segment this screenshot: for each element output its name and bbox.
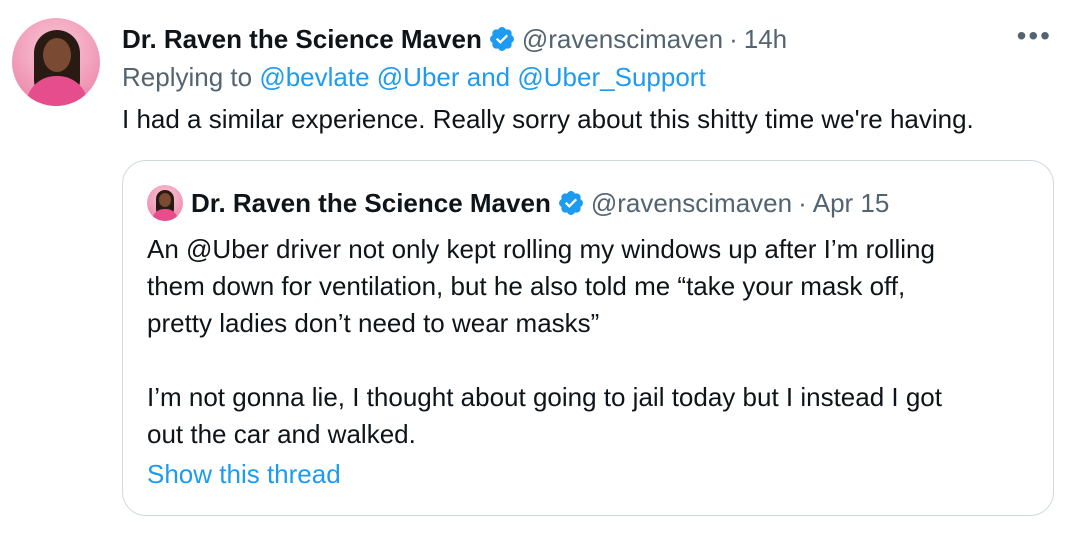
avatar-face	[43, 38, 71, 72]
quoted-header: Dr. Raven the Science Maven @ravenscimav…	[191, 187, 889, 219]
timestamp[interactable]: 14h	[744, 24, 787, 55]
replying-prefix: Replying to	[122, 62, 253, 92]
handle[interactable]: @ravenscimaven	[522, 24, 723, 55]
separator: ·	[729, 23, 738, 54]
quoted-tweet[interactable]: Dr. Raven the Science Maven @ravenscimav…	[122, 160, 1054, 516]
more-options-icon[interactable]: •••	[1017, 22, 1052, 50]
mention-link[interactable]: @bevlate	[259, 62, 369, 92]
quoted-text-line: I’m not gonna lie, I thought about going…	[147, 382, 942, 412]
mention-link[interactable]: @Uber_Support	[517, 62, 705, 92]
display-name[interactable]: Dr. Raven the Science Maven	[122, 24, 482, 55]
quoted-text-line: pretty ladies don’t need to wear masks”	[147, 308, 600, 338]
quoted-avatar[interactable]	[147, 185, 183, 221]
quoted-text-line: them down for ventilation, but he also t…	[147, 271, 906, 301]
tweet-header: Dr. Raven the Science Maven @ravenscimav…	[122, 22, 787, 56]
replying-to: Replying to @bevlate @Uber and @Uber_Sup…	[122, 62, 706, 93]
tweet-text: I had a similar experience. Really sorry…	[122, 104, 974, 134]
avatar-face	[159, 193, 171, 207]
replying-and[interactable]: and	[467, 62, 510, 92]
avatar[interactable]	[12, 18, 100, 106]
quoted-text-line: An @Uber driver not only kept rolling my…	[147, 234, 935, 264]
avatar-body	[152, 209, 178, 221]
verified-badge-icon	[489, 27, 514, 51]
show-thread-link[interactable]: Show this thread	[147, 459, 341, 490]
quoted-handle: @ravenscimaven	[590, 187, 793, 218]
quoted-display-name: Dr. Raven the Science Maven	[191, 187, 551, 218]
separator: ·	[798, 187, 807, 218]
quoted-date: Apr 15	[812, 187, 890, 218]
verified-badge-icon	[558, 191, 583, 215]
mention-link[interactable]: @Uber	[377, 62, 460, 92]
quoted-text: An @Uber driver not only kept rolling my…	[147, 231, 1027, 453]
quoted-text-line: out the car and walked.	[147, 419, 416, 449]
